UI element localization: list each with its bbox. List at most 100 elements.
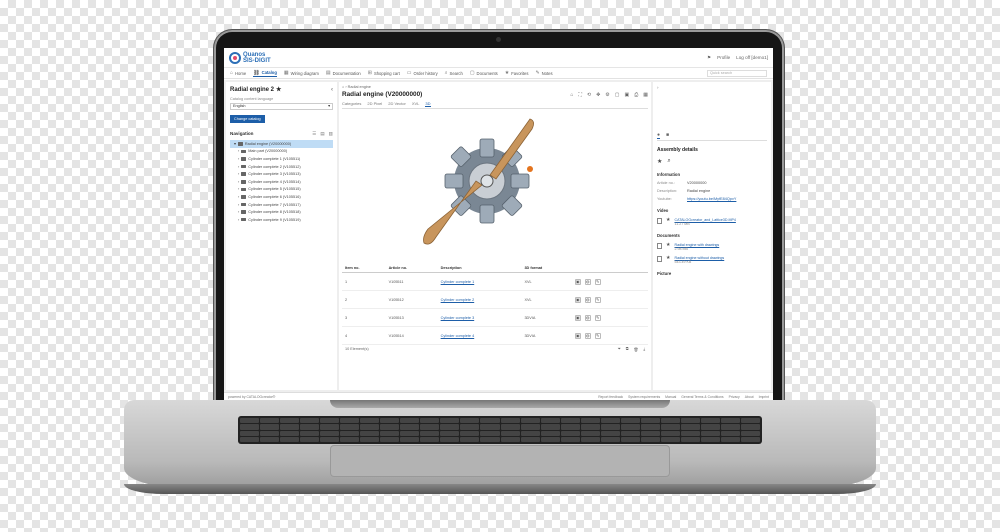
tab-2d-pixel[interactable]: 2D Pixel: [367, 101, 382, 107]
column-header[interactable]: Article no.: [385, 264, 438, 273]
filter-icon[interactable]: ⏷: [618, 347, 621, 352]
nav-notes[interactable]: ✎ Notes: [535, 70, 552, 76]
keyboard-key: [500, 436, 520, 442]
nav-catalog[interactable]: ⛓ Catalog: [253, 70, 277, 77]
copy-icon[interactable]: ⧉: [626, 347, 629, 352]
webcam: [496, 37, 501, 42]
description-link[interactable]: Cylinder complete 2: [437, 290, 522, 309]
collapse-left-icon[interactable]: ‹: [331, 87, 333, 93]
tree-item[interactable]: › Cylinder complete 7 (V105517): [230, 201, 333, 209]
home-icon[interactable]: ⌂: [570, 92, 573, 98]
notes-icon[interactable]: ■: [666, 132, 669, 139]
footer-link[interactable]: Report feedback: [598, 395, 623, 399]
grid-view-icon[interactable]: ▤: [320, 131, 324, 137]
image-icon[interactable]: ▣: [574, 314, 581, 321]
table-icon[interactable]: ▦: [643, 92, 648, 98]
document-file[interactable]: ★ Radial engine without drawings 543.49 K…: [657, 256, 767, 264]
list-view-icon[interactable]: ☰: [312, 131, 316, 137]
nav-documents[interactable]: ▢ Documents: [470, 70, 498, 76]
parts-icon[interactable]: ⚙: [605, 92, 609, 98]
document-file[interactable]: ★ Radial engine with drawings 2.98 MB: [657, 243, 767, 251]
column-header[interactable]: Item no.: [342, 264, 386, 273]
youtube-link[interactable]: https://youtu.be/MyfE84QpvY: [687, 197, 736, 201]
flag-icon[interactable]: ⚑: [707, 55, 711, 61]
nav-wiring-diagram[interactable]: ▦ Wiring diagram: [284, 70, 319, 76]
globe-icon[interactable]: ◍: [584, 314, 591, 321]
footer-link[interactable]: About: [745, 395, 754, 399]
footer-link[interactable]: Imprint: [759, 395, 769, 399]
logoff-link[interactable]: Log off [demo1]: [736, 55, 768, 60]
image-icon[interactable]: ▣: [625, 92, 630, 98]
tree-item[interactable]: ▾ Radial engine (V20000000): [230, 140, 333, 148]
3d-viewer[interactable]: [342, 109, 648, 264]
profile-link[interactable]: Profile: [717, 55, 730, 60]
globe-icon[interactable]: ◍: [584, 332, 591, 339]
table-row[interactable]: 1 V105511 Cylinder complete 1 XVL ▣ ◍ ✎: [342, 272, 648, 291]
nav-search[interactable]: ⌕ Search: [445, 70, 463, 76]
fit-icon[interactable]: ⛶: [578, 92, 582, 98]
change-catalog-button[interactable]: Change catalog: [230, 115, 265, 123]
search-icon[interactable]: ⌕: [667, 158, 670, 165]
tab-xvl[interactable]: XVL: [412, 101, 420, 107]
star-icon[interactable]: ★: [657, 158, 662, 165]
star-icon[interactable]: ★: [666, 243, 670, 248]
tree-item[interactable]: › Cylinder complete 1 (V105511): [230, 155, 333, 163]
keyboard-key: [540, 418, 560, 424]
star-icon[interactable]: ★: [666, 218, 670, 223]
tree-item[interactable]: › Cylinder complete 5 (V105515): [230, 186, 333, 194]
video-file[interactable]: ★ CATALOGcreator_and_Lattice3D.MP4 11.27 …: [657, 218, 767, 226]
tree-item[interactable]: › Cylinder complete 4 (V105514): [230, 178, 333, 186]
edit-icon[interactable]: ✎: [594, 332, 601, 339]
tree-item[interactable]: › Cylinder complete 6 (V105516): [230, 193, 333, 201]
tab-categories[interactable]: Categories: [342, 101, 361, 107]
footer-link[interactable]: Privacy: [729, 395, 740, 399]
star-icon[interactable]: ★: [276, 86, 281, 93]
tree-item[interactable]: › Cylinder complete 8 (V105518): [230, 208, 333, 216]
tree-view-icon[interactable]: ▥: [329, 131, 333, 137]
tree-item[interactable]: › Cylinder complete 3 (V105513): [230, 170, 333, 178]
description-link[interactable]: Cylinder complete 4: [437, 326, 522, 345]
footer-link[interactable]: General Terms & Conditions: [681, 395, 723, 399]
book-icon: ▤: [325, 70, 331, 76]
table-row[interactable]: 2 V105512 Cylinder complete 2 XVL ▣ ◍ ✎: [342, 290, 648, 309]
nav-home[interactable]: ⌂ Home: [230, 70, 246, 76]
delete-icon[interactable]: 🗑: [633, 347, 638, 352]
edit-icon[interactable]: ✎: [594, 278, 601, 285]
globe-icon[interactable]: ◍: [584, 278, 591, 285]
toggle-icon[interactable]: ▢: [615, 92, 620, 98]
table-row[interactable]: 4 V105514 Cylinder complete 4 3DVIA ▣ ◍ ✎: [342, 326, 648, 345]
language-select[interactable]: English ▾: [230, 103, 333, 110]
explode-icon[interactable]: ✥: [596, 92, 600, 98]
tab-2d-vector[interactable]: 2D Vector: [388, 101, 406, 107]
brand-logo[interactable]: Quanos SIS-DIGIT: [229, 51, 271, 64]
download-icon[interactable]: ⤓: [643, 347, 645, 352]
tab-3d[interactable]: 3D: [425, 101, 431, 107]
star-icon[interactable]: ★: [666, 256, 670, 261]
collapse-right-icon[interactable]: ›: [657, 85, 659, 90]
rotate-icon[interactable]: ⟲: [587, 92, 591, 98]
table-row[interactable]: 3 V105513 Cylinder complete 3 3DVIA ▣ ◍ ✎: [342, 308, 648, 327]
footer-link[interactable]: System requirements: [628, 395, 660, 399]
comments-icon[interactable]: ●: [657, 132, 661, 139]
description-link[interactable]: Cylinder complete 1: [437, 272, 522, 291]
tree-item[interactable]: › Cylinder complete 9 (V105519): [230, 216, 333, 224]
tree-item[interactable]: › Main part (V20000000): [230, 148, 333, 156]
nav-documentation[interactable]: ▤ Documentation: [326, 70, 361, 76]
nav-favorites[interactable]: ★ Favorites: [505, 70, 529, 76]
nav-shopping-cart[interactable]: ⊞ Shopping cart: [368, 70, 400, 76]
image-icon[interactable]: ▣: [574, 296, 581, 303]
footer-link[interactable]: Manual: [665, 395, 676, 399]
image-icon[interactable]: ▣: [574, 332, 581, 339]
print-icon[interactable]: ⎙: [634, 92, 638, 98]
nav-order-history[interactable]: ▭ Order history: [407, 70, 438, 76]
breadcrumb[interactable]: ⌂ › Radial engine: [342, 85, 648, 89]
edit-icon[interactable]: ✎: [594, 314, 601, 321]
quick-search-input[interactable]: Quick search: [707, 69, 767, 77]
tree-item[interactable]: › Cylinder complete 2 (V105512): [230, 163, 333, 171]
globe-icon[interactable]: ◍: [584, 296, 591, 303]
column-header[interactable]: 3D format: [521, 264, 572, 273]
description-link[interactable]: Cylinder complete 3: [437, 308, 522, 327]
image-icon[interactable]: ▣: [574, 278, 581, 285]
edit-icon[interactable]: ✎: [594, 296, 601, 303]
column-header[interactable]: Description: [437, 264, 522, 273]
